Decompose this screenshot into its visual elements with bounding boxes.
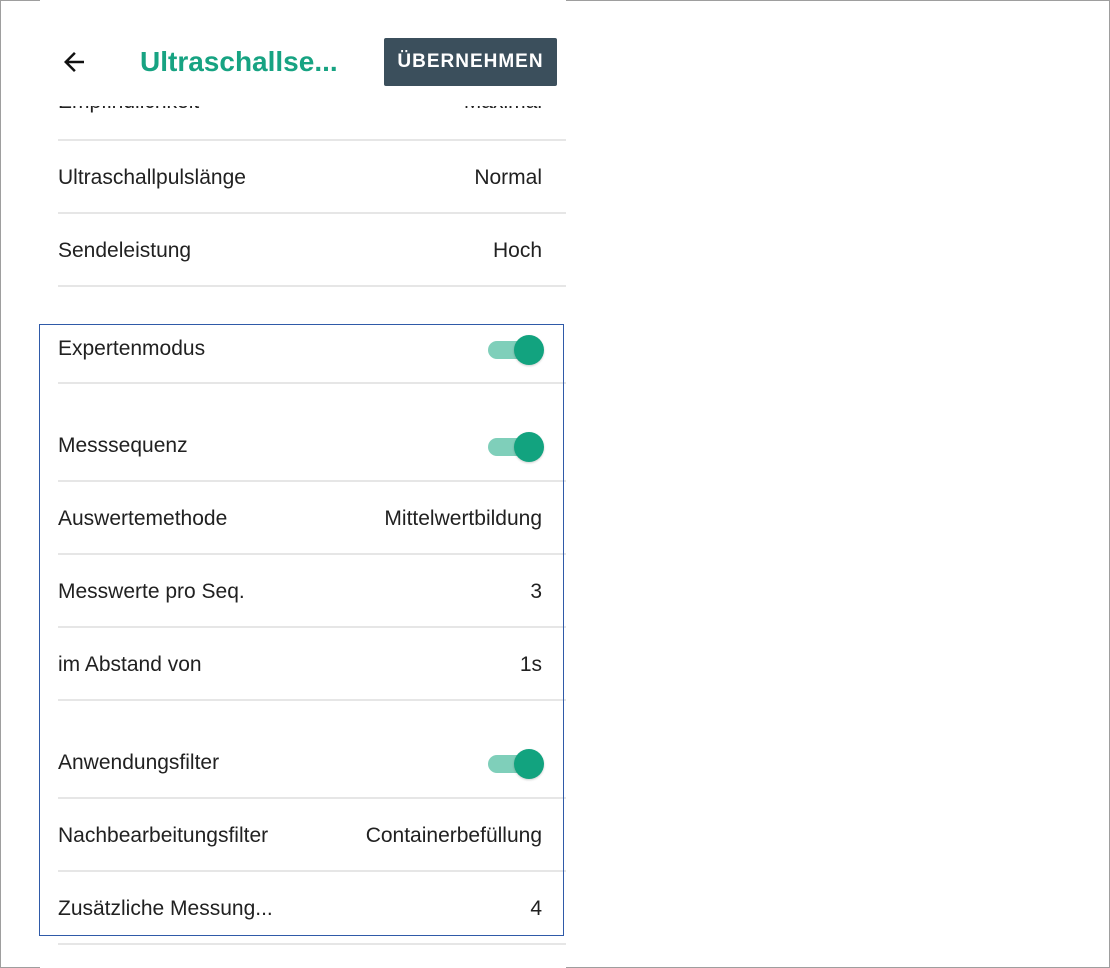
- setting-value: Normal: [474, 165, 542, 189]
- setting-value: 4: [530, 896, 542, 920]
- setting-value: Hoch: [492, 238, 542, 262]
- settings-row-eval-method[interactable]: Auswertemethode Mittelwertbildung: [58, 482, 566, 555]
- arrow-left-icon: [64, 52, 84, 72]
- settings-row-transmit-power[interactable]: Sendeleistung Hoch: [58, 214, 566, 287]
- setting-value: Containerbefüllung: [365, 823, 542, 847]
- setting-value: Mittelwertbildung: [384, 506, 542, 530]
- setting-label: Sendeleistung: [58, 238, 192, 262]
- settings-row-values-per-seq[interactable]: Messwerte pro Seq. 3: [58, 555, 566, 628]
- setting-label: im Abstand von: [58, 652, 202, 676]
- divider: [58, 285, 566, 287]
- expert-mode-toggle[interactable]: [488, 334, 544, 365]
- settings-row-app-filter[interactable]: Anwendungsfilter: [58, 726, 566, 799]
- divider: [58, 699, 566, 701]
- settings-row-expert-mode[interactable]: Expertenmodus: [58, 312, 566, 385]
- toggle-knob: [514, 334, 544, 365]
- app-filter-toggle[interactable]: [488, 748, 544, 779]
- setting-label: Auswertemethode: [58, 506, 228, 530]
- settings-row-additional-measure[interactable]: Zusätzliche Messung... 4: [58, 872, 566, 945]
- setting-label: Expertenmodus: [58, 336, 206, 360]
- app-bar: Ultraschallse... ÜBERNEHMEN: [40, 0, 566, 106]
- divider: [58, 382, 566, 384]
- setting-label: Zusätzliche Messung...: [58, 896, 273, 920]
- toggle-knob: [514, 431, 544, 462]
- apply-button[interactable]: ÜBERNEHMEN: [384, 38, 557, 86]
- setting-value: 3: [530, 579, 542, 603]
- settings-row-post-filter[interactable]: Nachbearbeitungsfilter Containerbefüllun…: [58, 799, 566, 872]
- settings-row-interval[interactable]: im Abstand von 1s: [58, 628, 566, 701]
- toggle-knob: [514, 748, 544, 779]
- divider: [58, 943, 566, 945]
- setting-label: Messwerte pro Seq.: [58, 579, 245, 603]
- settings-row-pulse-length[interactable]: Ultraschallpulslänge Normal: [58, 141, 566, 214]
- app-screen: Ultraschallse... ÜBERNEHMEN Empfindlichk…: [40, 0, 566, 968]
- setting-label: Nachbearbeitungsfilter: [58, 823, 269, 847]
- setting-label: Anwendungsfilter: [58, 750, 220, 774]
- measure-sequence-toggle[interactable]: [488, 431, 544, 462]
- back-button[interactable]: [54, 42, 94, 82]
- settings-row-measure-sequence[interactable]: Messsequenz: [58, 409, 566, 482]
- setting-label: Ultraschallpulslänge: [58, 165, 246, 189]
- page-title: Ultraschallse...: [140, 46, 338, 77]
- setting-value: 1s: [519, 652, 542, 676]
- setting-label: Messsequenz: [58, 433, 188, 457]
